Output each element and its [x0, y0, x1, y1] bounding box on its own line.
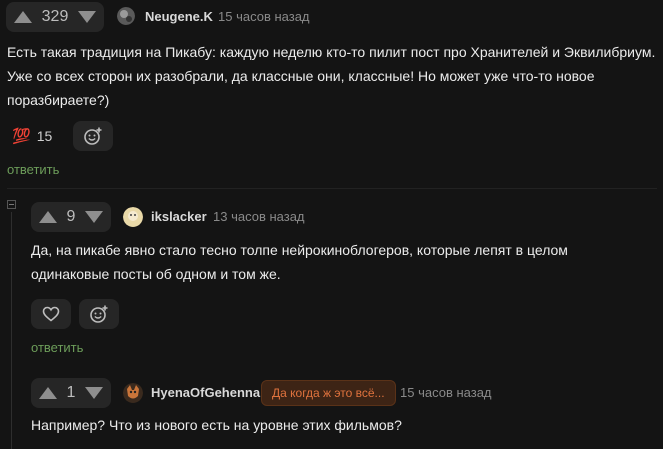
username[interactable]: HyenaOfGehenna	[151, 385, 260, 400]
add-reaction-button[interactable]	[73, 121, 113, 151]
reply-link[interactable]: ответить	[7, 162, 59, 177]
reaction-button[interactable]: 💯 15	[6, 121, 66, 151]
add-emoji-icon	[90, 305, 108, 323]
avatar[interactable]	[123, 207, 143, 227]
vote-count: 329	[41, 8, 69, 25]
hundred-points-icon: 💯	[12, 128, 31, 145]
reaction-count: 15	[36, 128, 53, 144]
comment-text: Есть такая традиция на Пикабу: каждую не…	[7, 44, 656, 108]
avatar[interactable]	[123, 383, 143, 403]
downvote-arrow-icon[interactable]	[85, 211, 103, 223]
downvote-arrow-icon[interactable]	[77, 11, 96, 23]
collapse-thread-button[interactable]	[7, 200, 16, 209]
vote-widget: 329	[6, 2, 104, 32]
username[interactable]: Neugene.K	[145, 9, 213, 24]
user-badge: Да когда ж это всё...	[261, 380, 396, 406]
like-button[interactable]	[31, 299, 71, 329]
add-reaction-button[interactable]	[79, 299, 119, 329]
vote-count: 9	[66, 208, 76, 225]
downvote-arrow-icon[interactable]	[85, 387, 103, 399]
upvote-arrow-icon[interactable]	[39, 211, 57, 223]
comment-text: Да, на пикабе явно стало тесно толпе ней…	[31, 242, 568, 282]
add-emoji-icon	[84, 127, 102, 145]
timestamp[interactable]: 15 часов назад	[400, 385, 492, 400]
reply-link[interactable]: ответить	[31, 340, 83, 355]
timestamp[interactable]: 13 часов назад	[213, 209, 305, 224]
divider	[7, 188, 657, 189]
username[interactable]: ikslacker	[151, 209, 207, 224]
upvote-arrow-icon[interactable]	[39, 387, 57, 399]
vote-widget: 9	[31, 202, 111, 232]
upvote-arrow-icon[interactable]	[14, 11, 32, 23]
vote-widget: 1	[31, 378, 111, 408]
vote-count: 1	[66, 384, 76, 401]
avatar[interactable]	[117, 7, 135, 25]
timestamp[interactable]: 15 часов назад	[218, 9, 310, 24]
heart-icon	[42, 306, 60, 322]
thread-line	[11, 212, 12, 449]
comment-text: Например? Что из нового есть на уровне э…	[31, 417, 402, 433]
